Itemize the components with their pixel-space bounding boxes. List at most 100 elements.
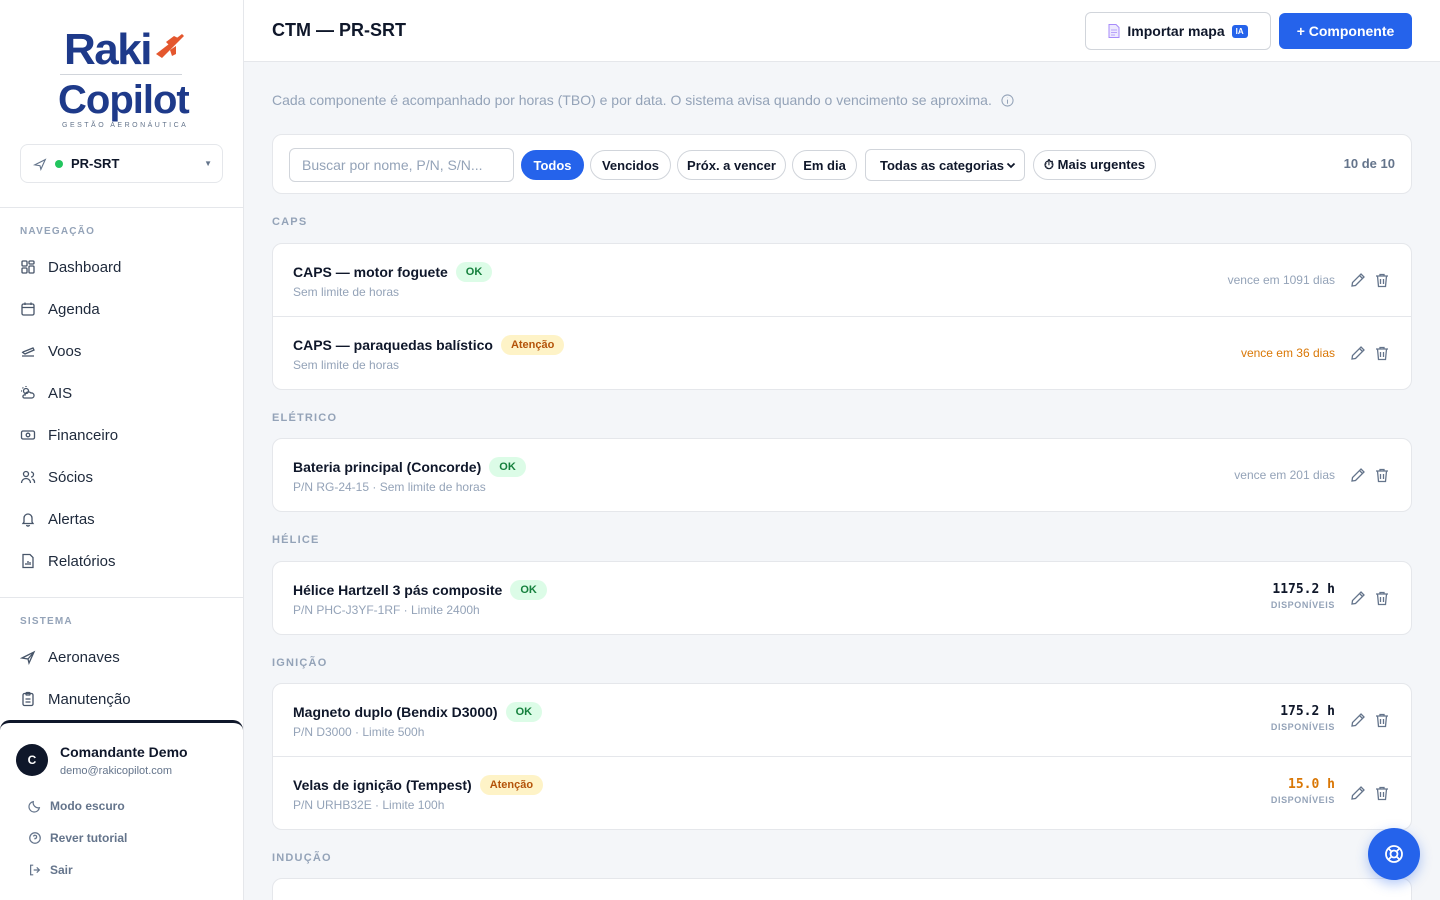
group-label-caps: CAPS — [272, 216, 308, 228]
logo-text-raki: Raki — [64, 25, 152, 74]
user-name: Comandante Demo — [60, 744, 188, 760]
raki-copilot-logo[interactable]: Raki Copilot GESTÃO AERONÁUTICA — [56, 25, 190, 132]
sidebar-item-socios[interactable]: Sócios — [20, 460, 224, 494]
clipboard-icon — [20, 691, 36, 707]
sidebar-item-financeiro[interactable]: Financeiro — [20, 418, 224, 452]
sidebar-item-label: AIS — [48, 384, 73, 402]
status-badge: OK — [489, 457, 526, 477]
group-label-eletrico: ELÉTRICO — [272, 412, 338, 424]
component-row[interactable]: CAPS — motor foguete OK Sem limite de ho… — [273, 244, 1411, 317]
help-circle-icon — [28, 831, 42, 845]
component-row[interactable]: Hélice Hartzell 3 pás composite OK P/N P… — [273, 562, 1411, 634]
sidebar: Raki Copilot GESTÃO AERONÁUTICA PR-SRT ▼… — [0, 0, 244, 900]
hours-label: DISPONÍVEIS — [1270, 722, 1335, 732]
avatar[interactable]: C — [16, 744, 48, 776]
status-badge: Atenção — [500, 335, 565, 355]
component-row[interactable]: Velas de ignição (Tempest) Atenção P/N U… — [273, 757, 1411, 829]
component-subtitle: P/N RG-24-15 · Sem limite de horas — [293, 480, 486, 494]
nav-section-label: NAVEGAÇÃO — [20, 226, 96, 237]
logo-tagline: GESTÃO AERONÁUTICA — [62, 122, 189, 129]
filter-chip-todos[interactable]: Todos — [521, 150, 584, 180]
search-input[interactable] — [289, 148, 514, 182]
aircraft-status-dot — [55, 159, 63, 168]
pencil-icon[interactable] — [1350, 712, 1366, 728]
system-section-label: SISTEMA — [20, 616, 73, 627]
pencil-icon[interactable] — [1350, 272, 1366, 288]
group-label-helice: HÉLICE — [272, 534, 320, 546]
sidebar-item-alertas[interactable]: Alertas — [20, 502, 224, 536]
import-map-button[interactable]: Importar mapa IA — [1085, 12, 1271, 50]
dark-mode-label: Modo escuro — [50, 799, 125, 813]
component-row[interactable]: Magneto duplo (Bendix D3000) OK P/N D300… — [273, 684, 1411, 757]
logout-button[interactable]: Sair — [28, 863, 73, 877]
component-name: Magneto duplo (Bendix D3000) — [293, 704, 498, 720]
trash-icon[interactable] — [1374, 467, 1390, 483]
plane-icon — [20, 649, 36, 665]
component-title: Bateria principal (Concorde) OK — [293, 457, 526, 477]
filter-chip-vencidos[interactable]: Vencidos — [590, 150, 671, 180]
pencil-icon[interactable] — [1350, 467, 1366, 483]
sort-most-urgent-button[interactable]: ⏱ Mais urgentes — [1033, 150, 1156, 180]
top-header: CTM — PR-SRT Importar mapa IA + Componen… — [244, 0, 1440, 62]
logo-plane-icon — [156, 34, 184, 58]
tutorial-button[interactable]: Rever tutorial — [28, 831, 127, 845]
aircraft-selector[interactable]: PR-SRT ▼ — [20, 144, 223, 183]
status-badge: OK — [505, 702, 543, 722]
due-text: vence em 201 dias — [1234, 468, 1335, 482]
status-badge: OK — [510, 580, 547, 600]
file-chart-icon — [20, 553, 36, 569]
page-title: CTM — PR-SRT — [272, 20, 406, 40]
sidebar-item-label: Dashboard — [48, 258, 122, 276]
intro-text: Cada componente é acompanhado por horas … — [272, 92, 992, 108]
component-row[interactable]: CAPS — paraquedas balístico Atenção Sem … — [273, 317, 1411, 389]
sidebar-item-relatorios[interactable]: Relatórios — [20, 544, 224, 578]
trash-icon[interactable] — [1374, 785, 1390, 801]
component-title: Velas de ignição (Tempest) Atenção — [293, 775, 544, 795]
filter-chip-em-dia[interactable]: Em dia — [792, 150, 857, 180]
user-email: demo@rakicopilot.com — [60, 765, 173, 777]
chevron-down-icon — [1006, 162, 1016, 169]
component-title: Hélice Hartzell 3 pás composite OK — [293, 580, 547, 600]
group-label-inducao: INDUÇÃO — [272, 852, 332, 864]
ai-badge: IA — [1231, 24, 1248, 38]
component-subtitle: P/N D3000 · Limite 500h — [293, 725, 425, 739]
sidebar-item-ais[interactable]: AIS — [20, 376, 224, 410]
sidebar-item-agenda[interactable]: Agenda — [20, 292, 224, 326]
hours-value: 1175.2 h — [1272, 582, 1335, 597]
info-icon[interactable] — [1001, 93, 1014, 107]
category-select[interactable]: Todas as categorias — [865, 149, 1025, 181]
tutorial-label: Rever tutorial — [50, 831, 128, 845]
trash-icon[interactable] — [1374, 345, 1390, 361]
sidebar-item-aeronaves[interactable]: Aeronaves — [20, 640, 224, 674]
help-button[interactable] — [1368, 828, 1420, 880]
dark-mode-button[interactable]: Modo escuro — [28, 799, 125, 813]
due-text: vence em 1091 dias — [1227, 273, 1335, 287]
calendar-icon — [20, 301, 36, 317]
intro-text-row: Cada componente é acompanhado por horas … — [272, 92, 1014, 108]
banknote-icon — [20, 427, 36, 443]
hours-label: DISPONÍVEIS — [1270, 600, 1335, 610]
sidebar-item-manutencao[interactable]: Manutenção — [20, 682, 224, 716]
pencil-icon[interactable] — [1350, 785, 1366, 801]
plane-departure-icon — [20, 343, 36, 359]
sidebar-item-label: Financeiro — [48, 426, 119, 444]
pencil-icon[interactable] — [1350, 345, 1366, 361]
import-map-label: Importar mapa — [1127, 23, 1225, 39]
plane-icon — [33, 157, 47, 171]
trash-icon[interactable] — [1374, 272, 1390, 288]
pencil-icon[interactable] — [1350, 590, 1366, 606]
sidebar-item-label: Manutenção — [48, 690, 131, 708]
component-name: Velas de ignição (Tempest) — [293, 777, 472, 793]
trash-icon[interactable] — [1374, 590, 1390, 606]
component-row[interactable]: Bateria principal (Concorde) OK P/N RG-2… — [273, 439, 1411, 511]
sidebar-divider — [0, 597, 243, 598]
sidebar-item-label: Voos — [48, 342, 82, 360]
add-component-button[interactable]: + Componente — [1279, 13, 1412, 49]
sidebar-item-dashboard[interactable]: Dashboard — [20, 250, 224, 284]
sidebar-divider — [0, 207, 243, 208]
users-icon — [20, 469, 36, 485]
filter-chip-prox-vencer[interactable]: Próx. a vencer — [677, 150, 786, 180]
sidebar-item-voos[interactable]: Voos — [20, 334, 224, 368]
trash-icon[interactable] — [1374, 712, 1390, 728]
moon-icon — [28, 799, 42, 813]
